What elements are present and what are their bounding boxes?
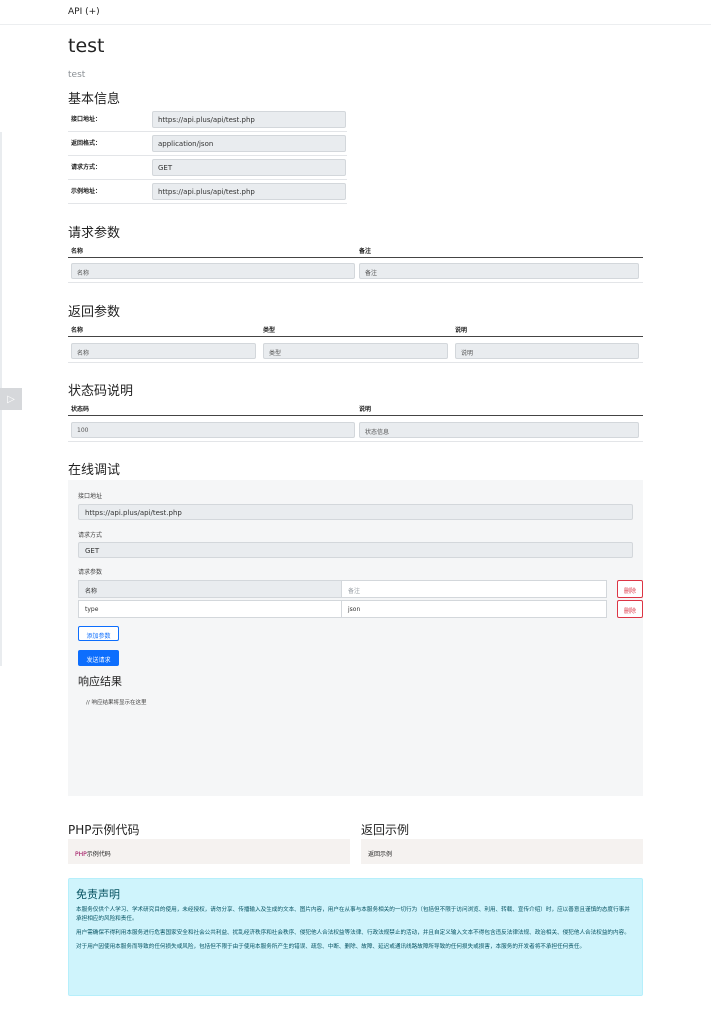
- param-key-input[interactable]: type: [78, 600, 342, 618]
- delete-param-button[interactable]: 删除: [617, 600, 643, 618]
- delete-param-button[interactable]: 删除: [617, 580, 643, 598]
- param-name-field[interactable]: 名称: [71, 263, 355, 279]
- info-label: 请求方式：: [71, 164, 102, 171]
- debug-panel: 接口地址 https://api.plus/api/test.php 请求方式 …: [68, 480, 643, 796]
- params-label: 请求参数: [78, 569, 103, 576]
- debug-heading: 在线调试: [68, 463, 121, 478]
- method-label: 请求方式: [78, 532, 103, 539]
- info-row-format: 返回格式： application/json: [68, 132, 347, 156]
- response-params-header: 名称 类型 说明: [68, 321, 643, 337]
- column-header: 说明: [359, 406, 372, 413]
- url-label: 接口地址: [78, 493, 103, 500]
- php-keyword: PHP: [75, 851, 87, 858]
- column-header: 备注: [359, 248, 372, 255]
- response-params-heading: 返回参数: [68, 305, 121, 320]
- return-code-block: 返回示例: [361, 839, 643, 864]
- column-header: 状态码: [71, 406, 90, 413]
- info-value-field[interactable]: application/json: [152, 135, 346, 152]
- request-params-header: 名称 备注: [68, 242, 643, 258]
- param-value-input[interactable]: json: [342, 600, 607, 618]
- column-header: 名称: [71, 327, 84, 334]
- column-header: 名称: [71, 248, 84, 255]
- disclaimer-alert: 免责声明 本服务仅供个人学习、学术研究目的使用，未经授权，请勿分享、传播输入及生…: [68, 878, 643, 996]
- page-title: test: [68, 35, 105, 57]
- info-value-field[interactable]: GET: [152, 159, 346, 176]
- param-desc-field[interactable]: 说明: [455, 343, 639, 359]
- disclaimer-paragraph: 用户需确保不得利用本服务进行危害国家安全和社会公共利益、扰乱经济秩序和社会秩序、…: [76, 930, 630, 936]
- param-note-field[interactable]: 备注: [359, 263, 639, 279]
- table-row: 名称 备注: [68, 259, 643, 283]
- send-request-button[interactable]: 发送请求: [78, 650, 119, 666]
- top-navbar: API (+): [0, 0, 711, 25]
- add-param-button[interactable]: 添加参数: [78, 626, 119, 641]
- return-example-heading: 返回示例: [361, 823, 410, 837]
- brand-link[interactable]: API (+): [68, 7, 100, 17]
- status-codes-heading: 状态码说明: [68, 384, 134, 399]
- column-header: 说明: [455, 327, 468, 334]
- column-header: 类型: [263, 327, 276, 334]
- status-code-field[interactable]: 100: [71, 422, 355, 438]
- status-codes-header: 状态码 说明: [68, 400, 643, 416]
- disclaimer-paragraph: 本服务仅供个人学习、学术研究目的使用，未经授权，请勿分享、传播输入及生成的文本、…: [76, 907, 630, 922]
- status-desc-field[interactable]: 状态信息: [359, 422, 639, 438]
- php-code-text: 示例代码: [86, 851, 111, 858]
- info-row-example: 示例地址： https://api.plus/api/test.php: [68, 180, 347, 204]
- basic-info-heading: 基本信息: [68, 92, 121, 107]
- page-subtitle: test: [68, 70, 86, 80]
- php-example-heading: PHP示例代码: [68, 823, 140, 837]
- param-key-input[interactable]: 名称: [78, 580, 342, 598]
- url-input[interactable]: https://api.plus/api/test.php: [78, 504, 633, 520]
- info-row-method: 请求方式： GET: [68, 156, 347, 180]
- info-value-field[interactable]: https://api.plus/api/test.php: [152, 111, 346, 128]
- param-row: 名称 备注 删除: [78, 580, 643, 598]
- disclaimer-paragraph: 对于用户因使用本服务而导致的任何损失或风险，包括但不限于由于使用本服务所产生的错…: [76, 944, 586, 950]
- method-select[interactable]: GET: [78, 542, 633, 558]
- table-row: 100 状态信息: [68, 418, 643, 442]
- info-label: 示例地址：: [71, 188, 102, 195]
- info-row-url: 接口地址： https://api.plus/api/test.php: [68, 108, 347, 132]
- response-title: 响应结果: [78, 675, 122, 688]
- disclaimer-title: 免责声明: [76, 888, 120, 901]
- info-label: 返回格式：: [71, 140, 102, 147]
- info-value-field[interactable]: https://api.plus/api/test.php: [152, 183, 346, 200]
- request-params-heading: 请求参数: [68, 226, 121, 241]
- info-label: 接口地址：: [71, 116, 102, 123]
- param-value-input[interactable]: 备注: [342, 580, 607, 598]
- table-row: 名称 类型 说明: [68, 339, 643, 363]
- sidebar-toggle-icon[interactable]: ▷: [0, 388, 22, 410]
- param-name-field[interactable]: 名称: [71, 343, 256, 359]
- param-type-field[interactable]: 类型: [263, 343, 448, 359]
- response-output: // 响应结果将显示在这里: [86, 700, 147, 706]
- php-code-block: PHP示例代码: [68, 839, 350, 864]
- param-row: type json 删除: [78, 600, 643, 618]
